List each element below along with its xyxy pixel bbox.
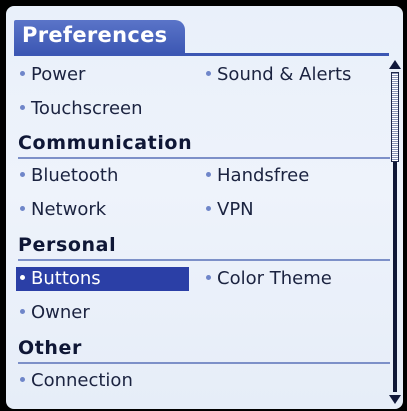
scrollbar[interactable] <box>389 60 401 404</box>
pref-item-touchscreen[interactable]: Touchscreen <box>20 97 143 121</box>
bullet-icon <box>20 205 25 211</box>
bullet-icon <box>206 274 211 280</box>
pref-item-label: Handsfree <box>217 165 310 186</box>
bullet-icon <box>20 274 25 280</box>
bullet-icon <box>20 376 25 382</box>
pref-item-connection[interactable]: Connection <box>20 369 133 393</box>
pref-item-label: Touchscreen <box>31 98 143 119</box>
pref-item-power[interactable]: Power <box>20 63 85 87</box>
bullet-icon <box>20 171 25 177</box>
title-bar: Preferences <box>14 20 185 54</box>
bullet-icon <box>20 308 25 314</box>
scroll-thumb[interactable] <box>391 72 399 162</box>
section-heading-communication: Communication <box>18 132 193 154</box>
pref-item-vpn[interactable]: VPN <box>206 198 254 222</box>
pref-item-network[interactable]: Network <box>20 198 106 222</box>
app-title: Preferences <box>22 23 168 47</box>
scroll-down-arrow-icon[interactable] <box>389 395 401 404</box>
pref-item-label: Buttons <box>31 268 101 289</box>
section-divider <box>18 362 390 364</box>
pref-item-label: VPN <box>217 199 254 220</box>
pref-item-handsfree[interactable]: Handsfree <box>206 164 309 188</box>
pref-item-color-theme[interactable]: Color Theme <box>206 267 332 291</box>
pref-item-label: Bluetooth <box>31 165 119 186</box>
bullet-icon <box>206 70 211 76</box>
section-divider <box>18 157 390 159</box>
pref-item-label: Network <box>31 199 107 220</box>
section-heading-personal: Personal <box>18 234 117 256</box>
pref-item-sound-alerts[interactable]: Sound & Alerts <box>206 63 351 87</box>
preferences-screen: Preferences Power Sound & Alerts Touchsc… <box>6 6 403 409</box>
pref-item-bluetooth[interactable]: Bluetooth <box>20 164 118 188</box>
pref-item-label: Connection <box>31 370 133 391</box>
pref-item-buttons[interactable]: Buttons <box>16 267 189 291</box>
section-divider <box>18 259 390 261</box>
title-underline <box>14 53 389 56</box>
pref-item-owner[interactable]: Owner <box>20 301 90 325</box>
bullet-icon <box>206 205 211 211</box>
scroll-up-arrow-icon[interactable] <box>389 60 401 69</box>
bullet-icon <box>20 104 25 110</box>
pref-item-label: Owner <box>31 302 90 323</box>
pref-item-label: Power <box>31 64 86 85</box>
pref-item-label: Sound & Alerts <box>217 64 352 85</box>
bullet-icon <box>20 70 25 76</box>
bullet-icon <box>206 171 211 177</box>
section-heading-other: Other <box>18 337 83 359</box>
pref-item-label: Color Theme <box>217 268 332 289</box>
